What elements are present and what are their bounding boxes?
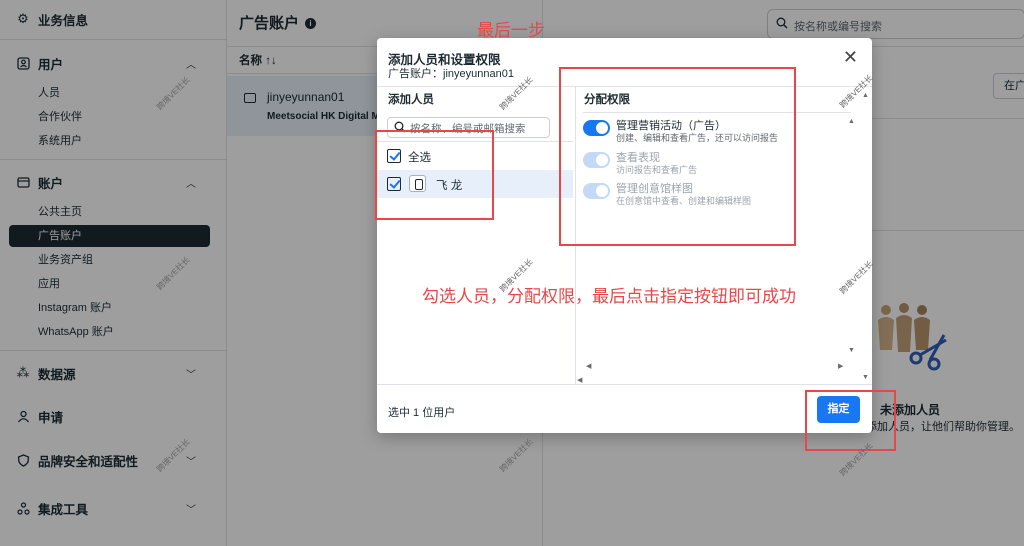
scroll-left-icon[interactable]: ◀	[577, 376, 582, 384]
scroll-down-icon[interactable]: ▼	[862, 374, 869, 381]
scroll-right-icon[interactable]: ▶	[838, 362, 843, 370]
divider	[377, 384, 872, 385]
selected-count: 选中 1 位用户	[388, 407, 456, 419]
annotation-instruction: 勾选人员，分配权限，最后点击指定按钮即可成功	[422, 287, 796, 306]
scroll-left-icon[interactable]: ◀	[586, 362, 591, 370]
add-people-header: 添加人员	[388, 94, 434, 106]
dialog-subtitle: 广告账户：jinyeyunnan01	[388, 68, 514, 80]
annotation-box-assign	[805, 390, 896, 451]
scroll-up-icon[interactable]: ▲	[862, 92, 869, 99]
scroll-up-icon[interactable]: ▲	[848, 118, 855, 125]
close-icon[interactable]: ✕	[843, 48, 858, 66]
scroll-down-icon[interactable]: ▼	[848, 347, 855, 354]
annotation-step: 最后一步	[477, 21, 545, 40]
annotation-box-permissions	[559, 67, 796, 246]
annotation-box-people	[375, 130, 494, 220]
